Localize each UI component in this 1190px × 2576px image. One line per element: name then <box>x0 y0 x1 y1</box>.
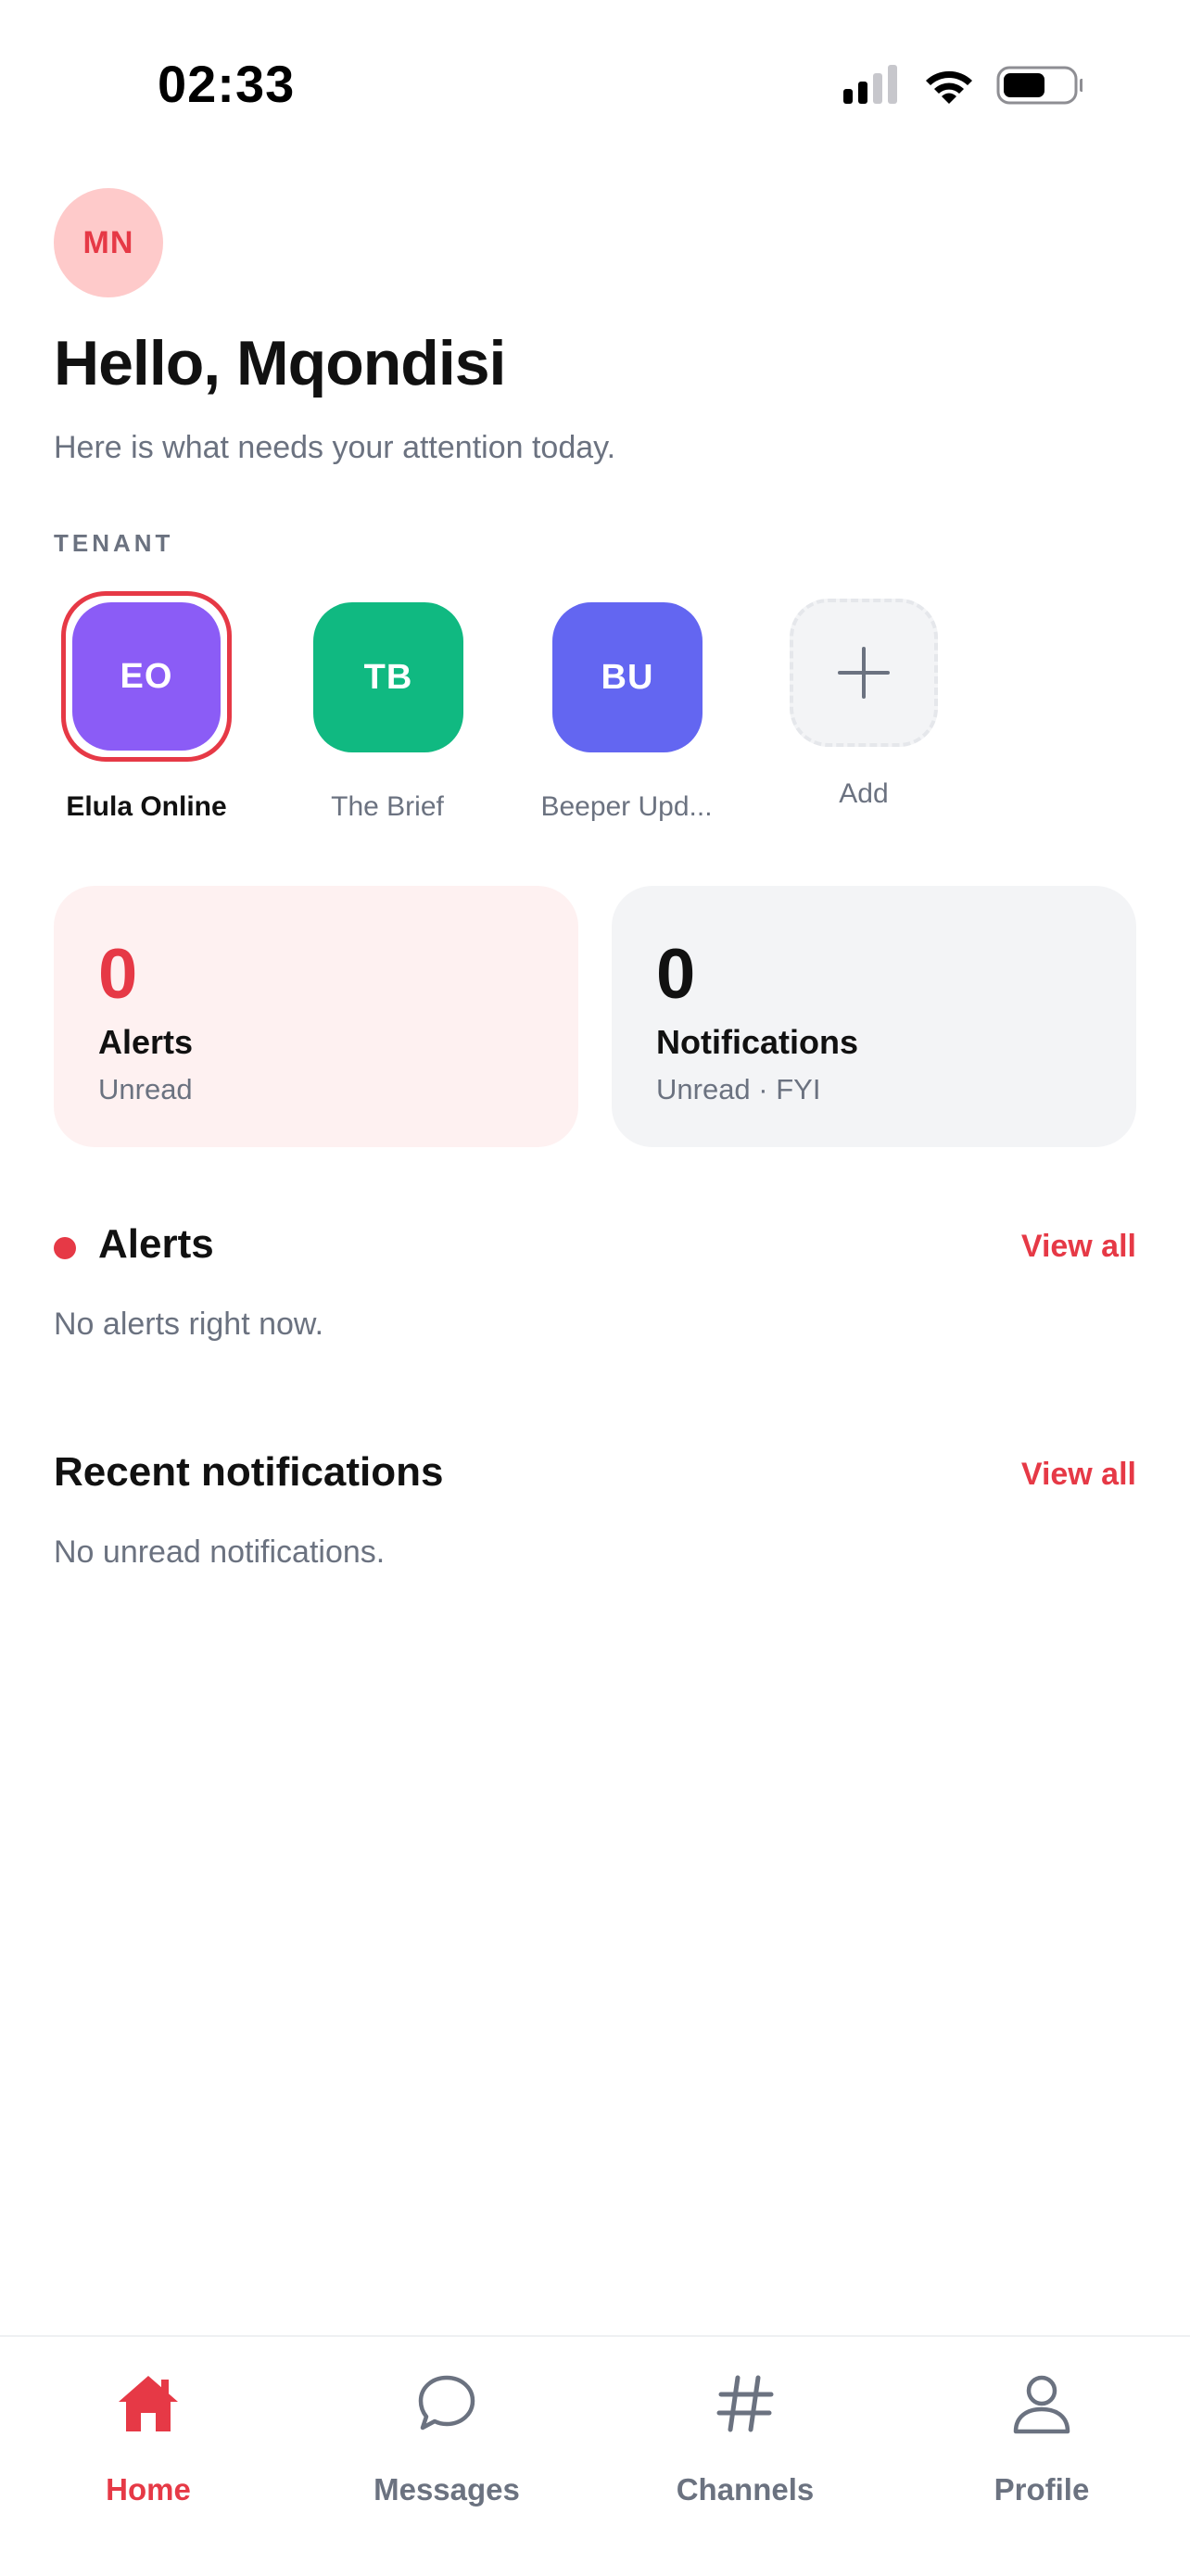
alerts-card-caption: Unread <box>98 1073 193 1105</box>
alerts-count: 0 <box>98 935 138 1014</box>
plus-icon <box>838 647 890 699</box>
status-icons <box>842 63 1084 109</box>
add-tenant-button[interactable]: Add <box>767 591 971 832</box>
tenant-initials: BU <box>601 657 654 697</box>
notifications-empty-text: No unread notifications. <box>54 1534 386 1570</box>
tab-profile-label: Profile <box>994 2472 1090 2507</box>
notifications-card-caption: Unread · FYI <box>656 1073 821 1105</box>
tab-profile[interactable]: Profile <box>930 2370 1153 2509</box>
tenant-tile[interactable]: TB <box>313 602 463 752</box>
tab-messages[interactable]: Messages <box>335 2370 558 2509</box>
status-time: 02:33 <box>158 55 296 113</box>
tenant-the-brief[interactable]: TB The Brief <box>284 591 487 832</box>
alert-dot-icon <box>54 1237 76 1259</box>
tenant-tile[interactable]: EO <box>72 602 221 751</box>
home-icon <box>119 2376 178 2431</box>
tenant-elula-online[interactable]: EO Elula Online <box>33 591 237 832</box>
notifications-section-header: Recent notifications View all <box>54 1449 1136 1505</box>
tab-home-label: Home <box>106 2472 191 2507</box>
system-status-icons <box>843 65 1084 105</box>
tenant-name: Beeper Upd... <box>540 791 713 822</box>
alerts-empty-text: No alerts right now. <box>54 1307 324 1342</box>
notifications-card-title: Notifications <box>656 1023 859 1061</box>
tenant-tile[interactable]: BU <box>552 602 703 752</box>
page-title: Hello, Mqondisi <box>54 328 506 398</box>
alerts-card-title: Alerts <box>98 1023 194 1061</box>
battery-icon <box>996 66 1084 105</box>
tab-home[interactable]: Home <box>37 2370 260 2509</box>
notifications-stat-card[interactable]: 0 Notifications Unread · FYI <box>612 886 1136 1147</box>
person-icon <box>1013 2375 1070 2434</box>
alerts-view-all-link[interactable]: View all <box>1021 1229 1136 1265</box>
page-subtitle: Here is what needs your attention today. <box>54 430 616 465</box>
notifications-section-title: Recent notifications <box>54 1449 444 1495</box>
tab-channels[interactable]: Channels <box>634 2370 856 2509</box>
chat-bubble-icon <box>418 2375 475 2431</box>
avatar-initials: MN <box>82 224 134 260</box>
wifi-icon <box>926 70 972 104</box>
alerts-section-title: Alerts <box>98 1221 214 1267</box>
signal-icon <box>843 65 897 104</box>
tenant-initials: EO <box>120 656 173 696</box>
notifications-view-all-link[interactable]: View all <box>1021 1457 1136 1493</box>
add-tenant-label: Add <box>839 778 889 809</box>
notifications-count: 0 <box>656 935 696 1014</box>
tab-messages-label: Messages <box>373 2472 520 2507</box>
tenant-name: The Brief <box>331 791 444 822</box>
tenant-beeper-updates[interactable]: BU Beeper Upd... <box>523 591 727 832</box>
alerts-section-header: Alerts View all <box>54 1221 1136 1277</box>
tenant-name: Elula Online <box>66 791 227 822</box>
tab-bar: Home Messages Channels Profile <box>0 2335 1190 2576</box>
tenant-section-label: TENANT <box>54 529 174 557</box>
hashtag-icon <box>716 2375 774 2432</box>
add-tenant-tile[interactable] <box>790 599 938 747</box>
tenant-initials: TB <box>363 657 413 697</box>
tab-channels-label: Channels <box>676 2472 815 2507</box>
avatar[interactable]: MN <box>54 188 163 297</box>
alerts-stat-card[interactable]: 0 Alerts Unread <box>54 886 578 1147</box>
